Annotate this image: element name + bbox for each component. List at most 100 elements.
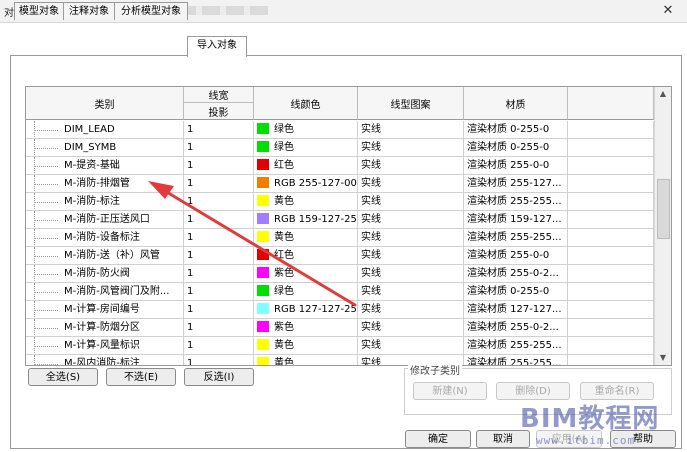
tab-analytical-model-objects[interactable]: 分析模型对象 [114, 2, 188, 20]
table-row[interactable]: M-消防-防火阀 1 紫色 实线 渲染材质 255-0-2... [26, 265, 654, 283]
category-cell[interactable]: DIM_SYMB [26, 139, 184, 157]
category-cell[interactable]: M-消防-排烟管 [26, 175, 184, 193]
category-cell[interactable]: M-风内消防-标注 [26, 355, 184, 365]
category-cell[interactable]: M-计算-防烟分区 [26, 319, 184, 337]
table-row[interactable]: M-计算-风量标识 1 黄色 实线 渲染材质 255-255... [26, 337, 654, 355]
line-color-cell[interactable]: RGB 255-127-000 [254, 175, 358, 193]
line-pattern-cell[interactable]: 实线 [358, 265, 464, 283]
line-color-cell[interactable]: RGB 159-127-255 [254, 211, 358, 229]
line-pattern-cell[interactable]: 实线 [358, 301, 464, 319]
table-row[interactable]: DIM_LEAD 1 绿色 实线 渲染材质 0-255-0 [26, 121, 654, 139]
header-projection[interactable]: 投影 [184, 103, 254, 120]
category-cell[interactable]: DIM_LEAD [26, 121, 184, 139]
line-pattern-cell[interactable]: 实线 [358, 175, 464, 193]
category-cell[interactable]: M-计算-风量标识 [26, 337, 184, 355]
line-width-cell[interactable]: 1 [184, 265, 254, 283]
line-width-cell[interactable]: 1 [184, 121, 254, 139]
material-cell[interactable]: 渲染材质 159-127... [464, 211, 568, 229]
material-cell[interactable]: 渲染材质 0-255-0 [464, 139, 568, 157]
material-cell[interactable]: 渲染材质 255-255... [464, 355, 568, 365]
line-pattern-cell[interactable]: 实线 [358, 211, 464, 229]
scroll-thumb[interactable] [657, 179, 670, 239]
material-cell[interactable]: 渲染材质 255-255... [464, 193, 568, 211]
category-cell[interactable]: M-提资-基础 [26, 157, 184, 175]
table-row[interactable]: M-风内消防-标注 1 黄色 实线 渲染材质 255-255... [26, 355, 654, 365]
header-material[interactable]: 材质 [464, 87, 568, 120]
category-cell[interactable]: M-消防-风管阀门及附... [26, 283, 184, 301]
line-width-cell[interactable]: 1 [184, 211, 254, 229]
line-width-cell[interactable]: 1 [184, 319, 254, 337]
select-none-button[interactable]: 不选(E) [106, 368, 176, 386]
header-line-color[interactable]: 线颜色 [254, 87, 358, 120]
header-line-pattern[interactable]: 线型图案 [358, 87, 464, 120]
vertical-scrollbar[interactable]: ▲ ▼ [654, 87, 671, 365]
scroll-up-icon[interactable]: ▲ [655, 87, 671, 101]
material-cell[interactable]: 渲染材质 0-255-0 [464, 283, 568, 301]
line-color-cell[interactable]: 绿色 [254, 139, 358, 157]
material-cell[interactable]: 渲染材质 255-255... [464, 229, 568, 247]
line-width-cell[interactable]: 1 [184, 229, 254, 247]
material-cell[interactable]: 渲染材质 255-0-2... [464, 265, 568, 283]
line-pattern-cell[interactable]: 实线 [358, 229, 464, 247]
line-width-cell[interactable]: 1 [184, 337, 254, 355]
line-pattern-cell[interactable]: 实线 [358, 337, 464, 355]
line-pattern-cell[interactable]: 实线 [358, 319, 464, 337]
material-cell[interactable]: 渲染材质 255-255... [464, 337, 568, 355]
table-row[interactable]: M-计算-防烟分区 1 紫色 实线 渲染材质 255-0-2... [26, 319, 654, 337]
tab-annotation-objects[interactable]: 注释对象 [63, 2, 115, 20]
line-width-cell[interactable]: 1 [184, 247, 254, 265]
table-row[interactable]: M-消防-标注 1 黄色 实线 渲染材质 255-255... [26, 193, 654, 211]
line-color-cell[interactable]: 黄色 [254, 355, 358, 365]
line-color-cell[interactable]: 绿色 [254, 121, 358, 139]
category-cell[interactable]: M-计算-房间编号 [26, 301, 184, 319]
line-pattern-cell[interactable]: 实线 [358, 193, 464, 211]
material-cell[interactable]: 渲染材质 255-0-0 [464, 157, 568, 175]
tab-model-objects[interactable]: 模型对象 [14, 2, 64, 20]
material-cell[interactable]: 渲染材质 255-0-0 [464, 247, 568, 265]
new-subcategory-button[interactable]: 新建(N) [413, 382, 487, 400]
close-icon[interactable]: ✕ [654, 2, 682, 19]
header-category[interactable]: 类别 [26, 87, 184, 120]
line-pattern-cell[interactable]: 实线 [358, 157, 464, 175]
line-color-cell[interactable]: 紫色 [254, 265, 358, 283]
line-width-cell[interactable]: 1 [184, 283, 254, 301]
line-color-cell[interactable]: 红色 [254, 247, 358, 265]
scroll-down-icon[interactable]: ▼ [655, 351, 671, 365]
category-cell[interactable]: M-消防-防火阀 [26, 265, 184, 283]
table-row[interactable]: M-消防-风管阀门及附... 1 绿色 实线 渲染材质 0-255-0 [26, 283, 654, 301]
tab-imported-objects[interactable]: 导入对象 [187, 36, 247, 57]
line-pattern-cell[interactable]: 实线 [358, 139, 464, 157]
line-width-cell[interactable]: 1 [184, 139, 254, 157]
line-color-cell[interactable]: 紫色 [254, 319, 358, 337]
table-row[interactable]: M-提资-基础 1 红色 实线 渲染材质 255-0-0 [26, 157, 654, 175]
table-row[interactable]: M-计算-房间编号 1 RGB 127-127-255 实线 渲染材质 127-127.… [26, 301, 654, 319]
invert-selection-button[interactable]: 反选(I) [184, 368, 254, 386]
line-pattern-cell[interactable]: 实线 [358, 247, 464, 265]
table-row[interactable]: M-消防-送（补）风管 1 红色 实线 渲染材质 255-0-0 [26, 247, 654, 265]
material-cell[interactable]: 渲染材质 0-255-0 [464, 121, 568, 139]
category-cell[interactable]: M-消防-送（补）风管 [26, 247, 184, 265]
line-color-cell[interactable]: RGB 127-127-255 [254, 301, 358, 319]
table-row[interactable]: M-消防-正压送风口 1 RGB 159-127-255 实线 渲染材质 159-127… [26, 211, 654, 229]
line-width-cell[interactable]: 1 [184, 301, 254, 319]
line-width-cell[interactable]: 1 [184, 175, 254, 193]
category-cell[interactable]: M-消防-标注 [26, 193, 184, 211]
table-row[interactable]: M-消防-排烟管 1 RGB 255-127-000 实线 渲染材质 255-127..… [26, 175, 654, 193]
category-cell[interactable]: M-消防-设备标注 [26, 229, 184, 247]
line-color-cell[interactable]: 黄色 [254, 229, 358, 247]
material-cell[interactable]: 渲染材质 255-0-2... [464, 319, 568, 337]
line-width-cell[interactable]: 1 [184, 355, 254, 365]
table-row[interactable]: DIM_SYMB 1 绿色 实线 渲染材质 0-255-0 [26, 139, 654, 157]
line-color-cell[interactable]: 绿色 [254, 283, 358, 301]
line-color-cell[interactable]: 黄色 [254, 337, 358, 355]
category-cell[interactable]: M-消防-正压送风口 [26, 211, 184, 229]
material-cell[interactable]: 渲染材质 255-127... [464, 175, 568, 193]
line-color-cell[interactable]: 红色 [254, 157, 358, 175]
select-all-button[interactable]: 全选(S) [28, 368, 98, 386]
material-cell[interactable]: 渲染材质 127-127... [464, 301, 568, 319]
line-pattern-cell[interactable]: 实线 [358, 121, 464, 139]
table-row[interactable]: M-消防-设备标注 1 黄色 实线 渲染材质 255-255... [26, 229, 654, 247]
line-color-cell[interactable]: 黄色 [254, 193, 358, 211]
line-pattern-cell[interactable]: 实线 [358, 283, 464, 301]
ok-button[interactable]: 确定 [405, 430, 471, 448]
